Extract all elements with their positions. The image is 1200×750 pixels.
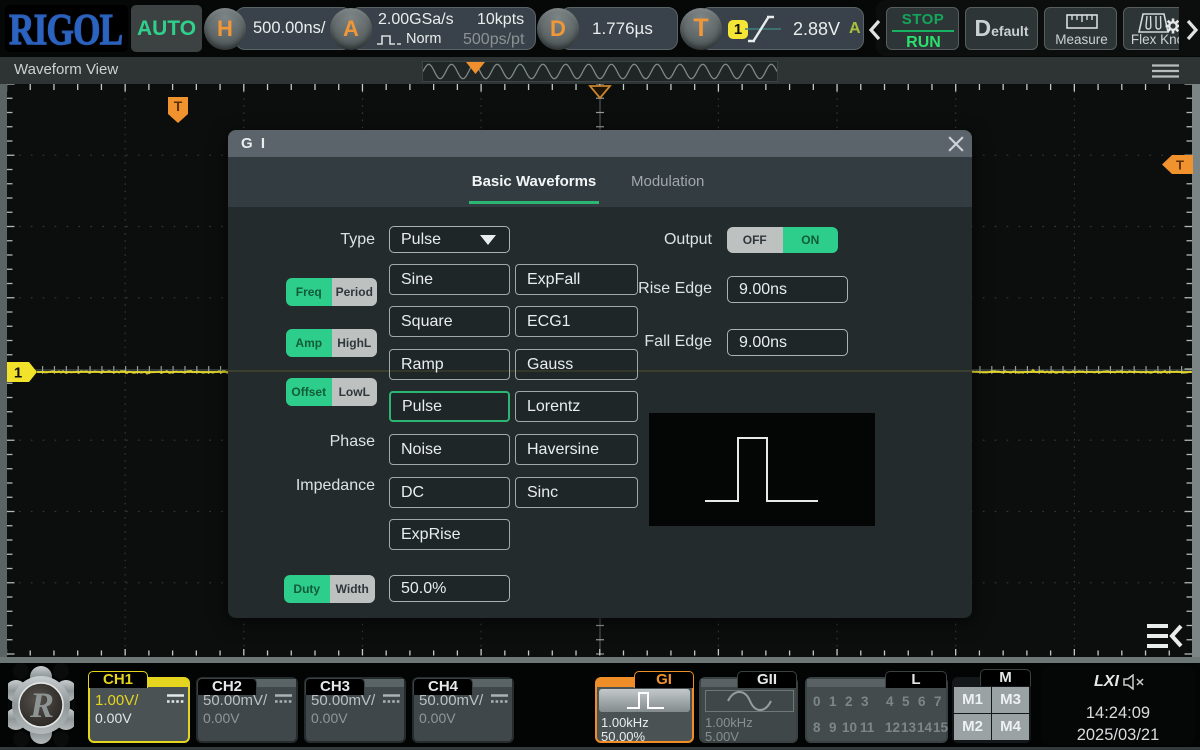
svg-text:T: T — [174, 98, 183, 114]
svg-text:R: R — [29, 685, 54, 725]
svg-text:T: T — [1176, 158, 1184, 173]
svg-text:1: 1 — [14, 365, 22, 382]
